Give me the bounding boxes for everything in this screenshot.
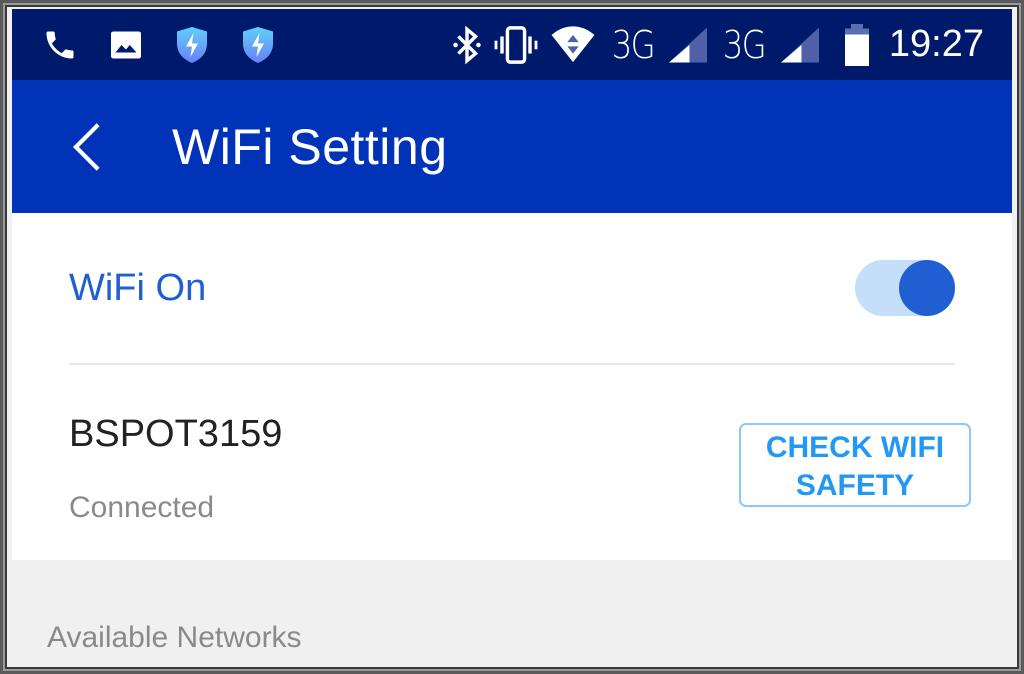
wifi-toggle[interactable] (855, 260, 955, 316)
page-title: WiFi Setting (172, 118, 448, 175)
shield-bolt-icon (174, 25, 210, 65)
network-ssid: BSPOT3159 (69, 413, 283, 455)
network-type-2: 3G (723, 22, 767, 67)
shield-bolt-icon (240, 25, 276, 65)
button-label-line1: CHECK WIFI (765, 431, 945, 464)
device-frame: 3G 3G 19:27 WiFi Setting WiFi On BSPOT31… (0, 0, 1024, 674)
wifi-toggle-row: WiFi On (69, 213, 955, 365)
toggle-thumb (899, 260, 955, 316)
clock: 19:27 (888, 23, 984, 65)
app-bar: WiFi Setting (12, 80, 1012, 213)
signal-icon (780, 26, 819, 63)
current-network-row[interactable]: BSPOT3159 Connected CHECK WIFI SAFETY (69, 367, 971, 560)
signal-icon (669, 26, 708, 63)
wifi-toggle-label: WiFi On (69, 266, 207, 309)
image-icon (108, 27, 144, 63)
screen: 3G 3G 19:27 WiFi Setting WiFi On BSPOT31… (12, 9, 1012, 665)
network-type-1: 3G (611, 22, 655, 67)
wifi-card: WiFi On BSPOT3159 Connected CHECK WIFI S… (12, 213, 1012, 560)
available-networks-header: Available Networks (47, 621, 302, 654)
back-button[interactable] (52, 112, 122, 182)
battery-icon (844, 23, 869, 66)
network-status: Connected (69, 491, 215, 524)
status-bar: 3G 3G 19:27 (12, 9, 1012, 80)
chevron-left-icon (72, 122, 100, 171)
wifi-data-icon (550, 25, 596, 65)
phone-icon (42, 27, 78, 63)
button-label-line2: SAFETY (795, 469, 915, 502)
check-wifi-safety-button[interactable]: CHECK WIFI SAFETY (739, 423, 971, 507)
vibrate-icon (494, 25, 538, 65)
bluetooth-icon (452, 25, 482, 65)
